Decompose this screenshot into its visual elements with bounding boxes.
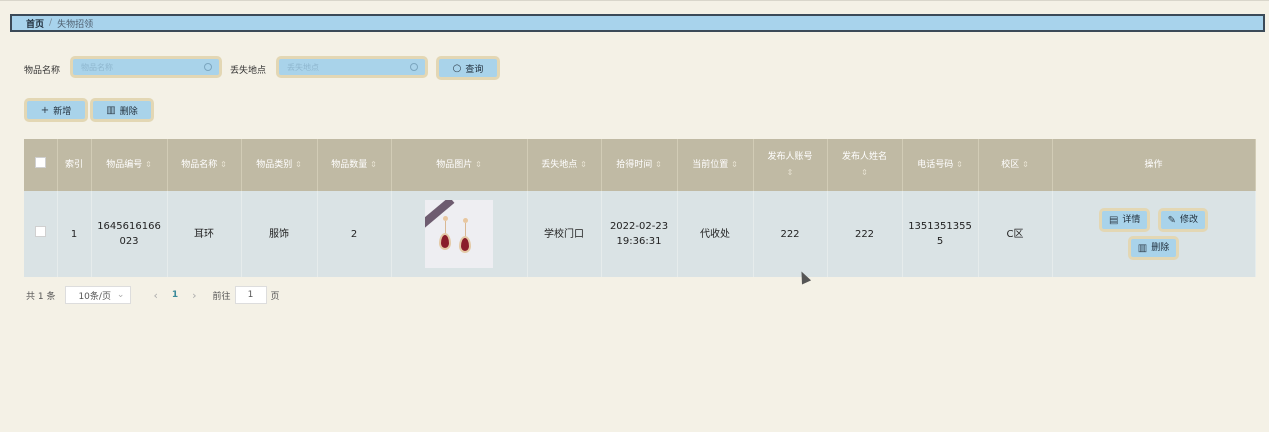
top-divider: [0, 0, 1269, 1]
search-icon: [204, 63, 212, 71]
col-place[interactable]: 丢失地点 ⇕: [527, 139, 602, 191]
breadcrumb: 首页 / 失物招领: [10, 14, 1265, 32]
item-name-label: 物品名称: [24, 66, 61, 76]
col-publisher-name[interactable]: 发布人姓名 ⇕: [827, 139, 903, 191]
sort-icon: ⇕: [295, 160, 302, 169]
sort-icon: ⇕: [370, 160, 377, 169]
search-icon: [410, 63, 418, 71]
search-icon: ○: [452, 62, 462, 74]
sort-icon: ⇕: [475, 160, 482, 169]
sort-icon: ⇕: [655, 160, 662, 169]
goto-page-input[interactable]: 1: [234, 286, 267, 304]
query-button[interactable]: ○ 查询: [436, 56, 500, 80]
next-page-button[interactable]: ›: [192, 289, 196, 302]
col-image[interactable]: 物品图片 ⇕: [391, 139, 528, 191]
total-count: 共 1 条: [26, 291, 56, 302]
cell-quantity: 2: [317, 191, 392, 277]
lost-found-table: 索引 物品编号 ⇕ 物品名称 ⇕ 物品类别 ⇕ 物品数量 ⇕ 物品图片 ⇕ 丢失…: [24, 139, 1256, 277]
cell-index: 1: [57, 191, 92, 277]
sort-icon: ⇕: [220, 160, 227, 169]
col-index: 索引: [57, 139, 92, 191]
row-checkbox[interactable]: [34, 226, 46, 237]
select-all-checkbox[interactable]: [34, 156, 46, 168]
breadcrumb-home[interactable]: 首页: [26, 17, 44, 30]
col-campus[interactable]: 校区 ⇕: [978, 139, 1053, 191]
cell-item-name: 耳环: [167, 191, 242, 277]
col-time[interactable]: 拾得时间 ⇕: [601, 139, 678, 191]
earring-image[interactable]: [425, 200, 493, 268]
sort-icon: ⇕: [145, 160, 152, 169]
row-select-cell: [24, 191, 58, 277]
delete-button-label: 删除: [119, 106, 138, 117]
col-item-name[interactable]: 物品名称 ⇕: [167, 139, 242, 191]
col-phone[interactable]: 电话号码 ⇕: [902, 139, 979, 191]
lost-place-placeholder: 丢失地点: [287, 62, 319, 72]
cell-actions: ▤ 详情 ✎ 修改 ▥ 删除: [1052, 191, 1256, 277]
cell-publisher-account: 222: [753, 191, 828, 277]
sort-icon: ⇕: [956, 160, 963, 169]
item-name-placeholder: 物品名称: [81, 62, 113, 72]
cell-time: 2022-02-23 19:36:31: [601, 191, 678, 277]
cell-phone: 13513513555: [902, 191, 979, 277]
trash-icon: ▥: [106, 104, 116, 116]
col-actions: 操作: [1052, 139, 1256, 191]
breadcrumb-separator: /: [49, 18, 53, 28]
cell-image: [391, 191, 528, 277]
table-row: 1 1645616166023 耳环 服饰 2 学校门口 2022-02-23 …: [24, 191, 1256, 277]
sort-icon: ⇕: [786, 167, 794, 177]
plus-icon: +: [40, 104, 50, 116]
col-quantity[interactable]: 物品数量 ⇕: [317, 139, 392, 191]
edit-button[interactable]: ✎ 修改: [1157, 208, 1209, 232]
lost-place-label: 丢失地点: [230, 66, 267, 76]
cell-location: 代收处: [677, 191, 754, 277]
table-header-row: 索引 物品编号 ⇕ 物品名称 ⇕ 物品类别 ⇕ 物品数量 ⇕ 物品图片 ⇕ 丢失…: [24, 139, 1256, 191]
pencil-icon: ✎: [1167, 214, 1177, 226]
chevron-down-icon: ⌄: [116, 290, 125, 300]
cell-publisher-name: 222: [827, 191, 903, 277]
cell-campus: C区: [978, 191, 1053, 277]
page-size-select[interactable]: 10条/页 ⌄: [65, 286, 132, 304]
sort-icon: ⇕: [861, 167, 868, 177]
sort-icon: ⇕: [580, 160, 587, 169]
sort-icon: ⇕: [731, 160, 738, 169]
lost-place-input[interactable]: 丢失地点: [276, 56, 428, 78]
col-location[interactable]: 当前位置 ⇕: [677, 139, 754, 191]
current-page[interactable]: 1: [172, 290, 178, 300]
detail-button[interactable]: ▤ 详情: [1098, 208, 1151, 232]
add-button[interactable]: + 新增: [24, 98, 88, 122]
col-publisher-account[interactable]: 发布人账号 ⇕: [753, 139, 828, 191]
select-all-cell: [24, 139, 58, 191]
item-name-input[interactable]: 物品名称: [70, 56, 222, 78]
page-unit-label: 页: [270, 291, 280, 302]
col-category[interactable]: 物品类别 ⇕: [241, 139, 318, 191]
cell-place: 学校门口: [527, 191, 602, 277]
delete-button[interactable]: ▥ 删除: [90, 98, 154, 122]
col-item-no[interactable]: 物品编号 ⇕: [91, 139, 168, 191]
breadcrumb-current: 失物招领: [57, 19, 94, 30]
trash-icon: ▥: [1137, 242, 1148, 254]
goto-label: 前往: [212, 291, 231, 302]
cell-item-no: 1645616166023: [91, 191, 168, 277]
cell-category: 服饰: [241, 191, 318, 277]
prev-page-button[interactable]: ‹: [153, 289, 157, 302]
pagination: 共 1 条 10条/页 ⌄ ‹ 1 › 前往 1 页: [26, 286, 280, 304]
document-icon: ▤: [1108, 214, 1119, 226]
row-delete-button[interactable]: ▥ 删除: [1127, 236, 1180, 260]
sort-icon: ⇕: [1022, 160, 1029, 169]
query-button-label: 查询: [465, 64, 484, 75]
add-button-label: 新增: [53, 106, 72, 117]
